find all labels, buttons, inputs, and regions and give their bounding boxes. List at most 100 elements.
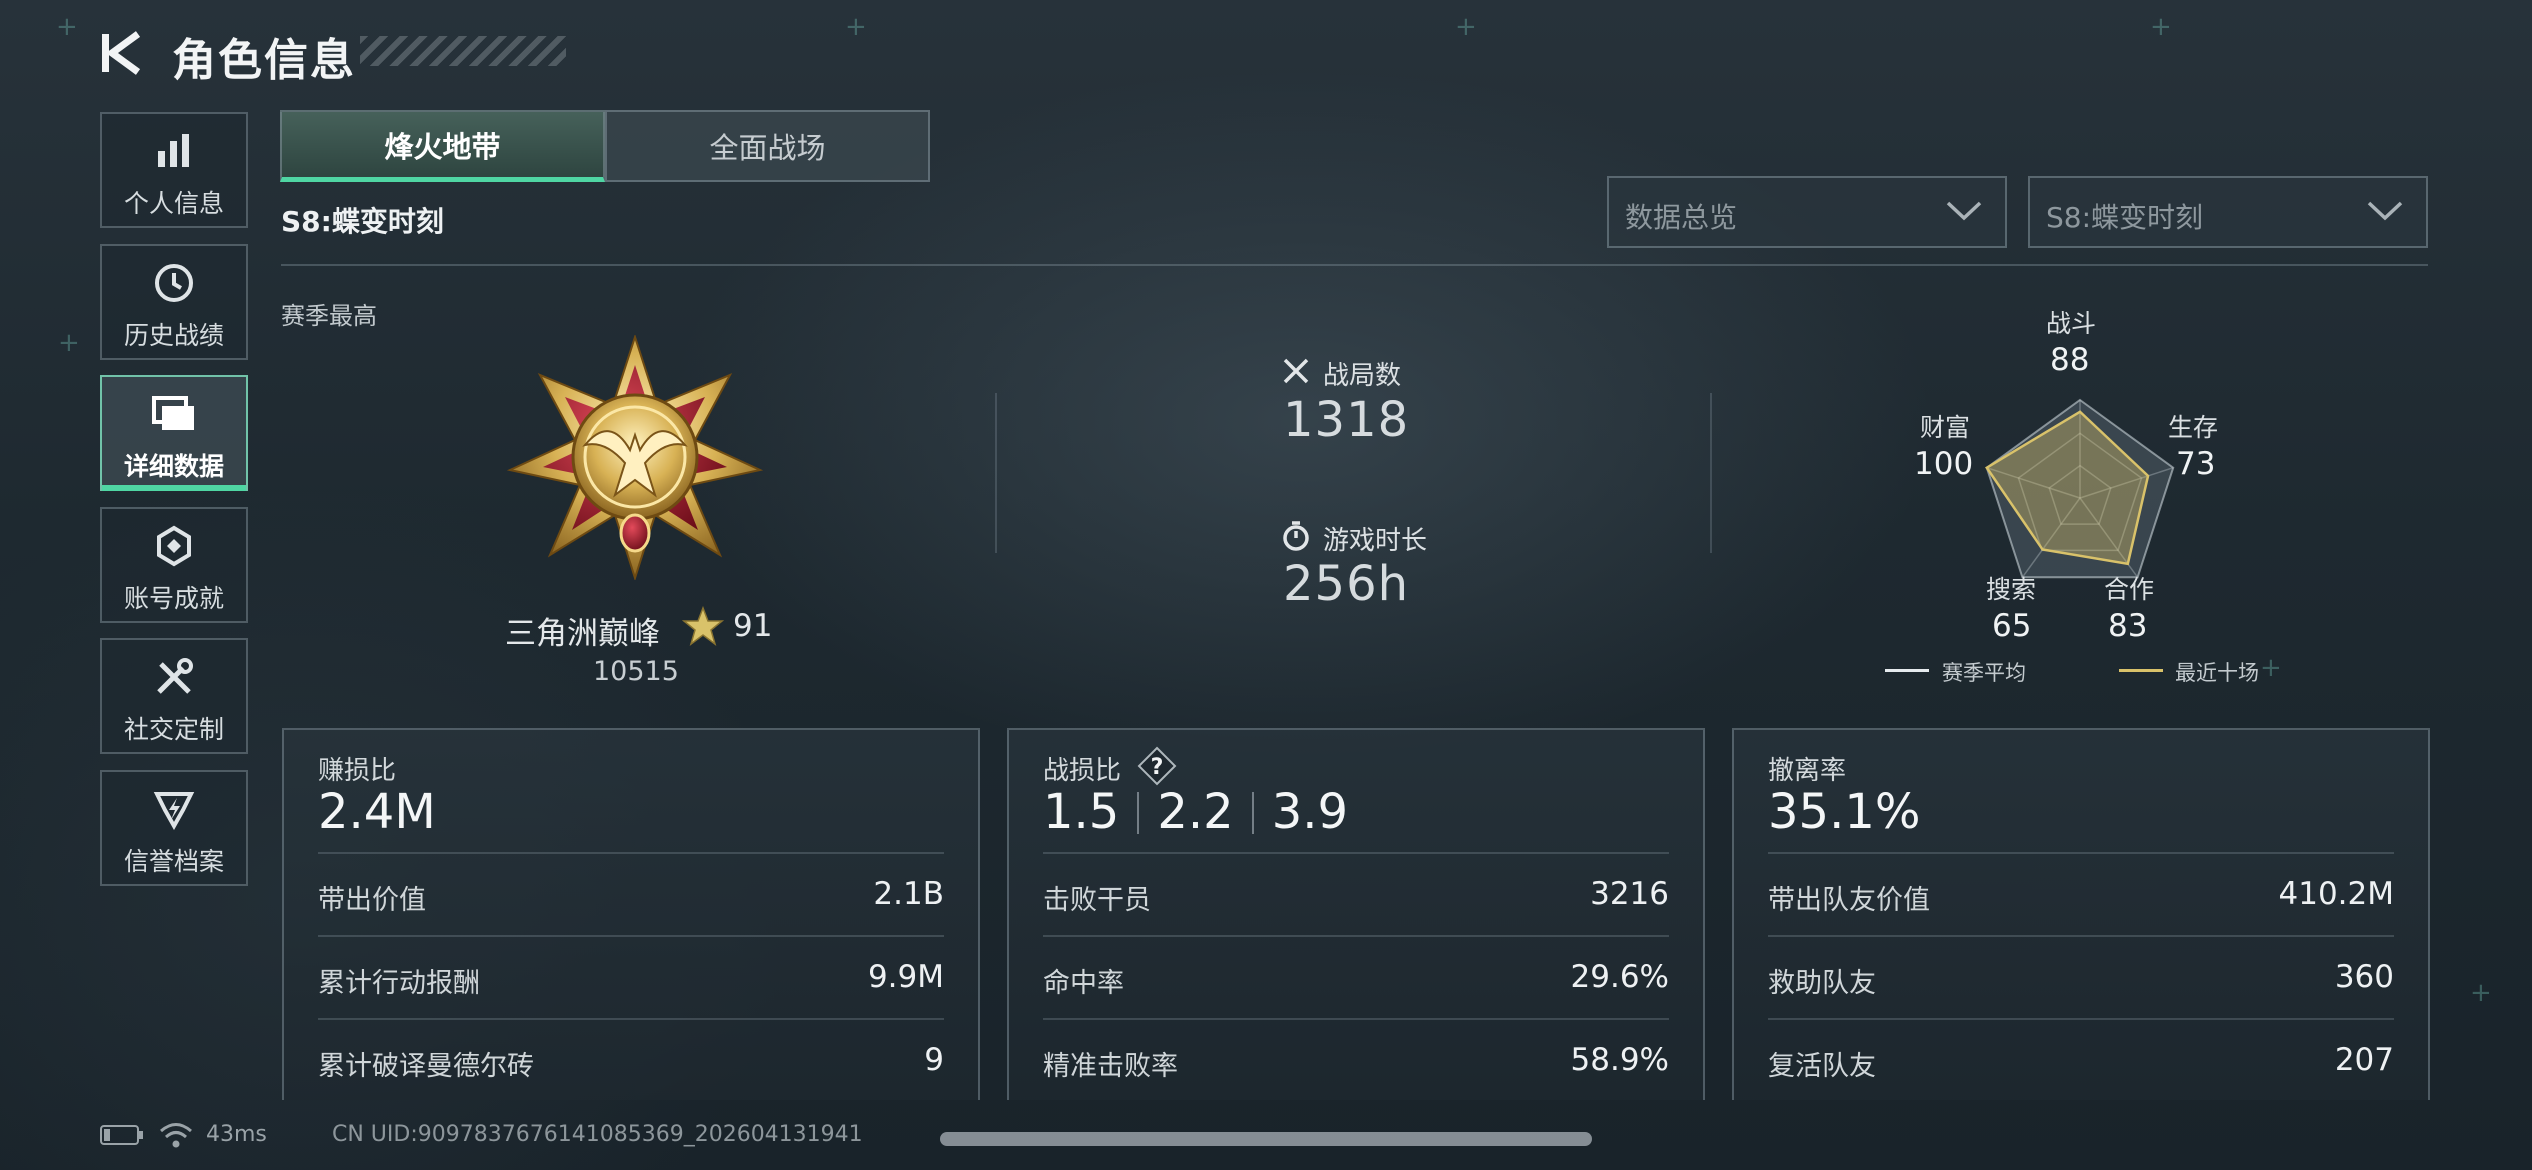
tab-full-battlefield[interactable]: 全面战场 <box>605 110 930 182</box>
radar-label-search: 搜索 <box>1986 575 2037 604</box>
divider <box>995 393 997 553</box>
extract-card: 撤离率 35.1% 带出队友价值 410.2M 救助队友 360 复活队友 20… <box>1732 728 2430 1100</box>
wifi-icon <box>160 1123 192 1148</box>
ping-value: 43ms <box>206 1122 267 1147</box>
row-label: 击败干员 <box>1043 885 1151 916</box>
row-value: 2.1B <box>873 876 944 912</box>
season-best-label: 赛季最高 <box>281 302 377 330</box>
list-item: 累计行动报酬 9.9M <box>318 935 944 1019</box>
decor-plus: + <box>58 328 80 358</box>
sidebar-item-personal-info[interactable]: 个人信息 <box>100 112 248 228</box>
decor-plus: + <box>2260 653 2282 683</box>
season-select[interactable]: S8:蝶变时刻 <box>2028 176 2428 248</box>
legend-season-avg: 赛季平均 <box>1942 661 2026 685</box>
divider <box>281 264 2428 266</box>
radar-label-cooperation: 合作 <box>2104 575 2155 604</box>
legend-recent-ten: 最近十场 <box>2175 661 2259 685</box>
sidebar-item-label: 历史战绩 <box>123 321 224 350</box>
row-value: 360 <box>2334 959 2394 995</box>
profit-ratio-value: 2.4M <box>318 784 436 840</box>
card-title: 战损比 <box>1043 756 1122 786</box>
card-title: 撤离率 <box>1768 756 1847 786</box>
separator <box>1137 792 1140 834</box>
kd-value-3: 3.9 <box>1271 784 1349 840</box>
divider <box>1710 393 1712 553</box>
list-item: 击败干员 3216 <box>1043 852 1669 936</box>
list-item: 带出价值 2.1B <box>318 852 944 936</box>
star-icon <box>682 606 724 646</box>
radar-value-combat: 88 <box>2050 342 2090 378</box>
sidebar-item-label: 详细数据 <box>123 452 224 481</box>
radar-value-search: 65 <box>1992 608 2032 644</box>
back-arrow-icon[interactable] <box>100 28 150 78</box>
kd-values: 1.5 2.2 3.9 <box>1043 784 1348 840</box>
row-label: 累计破译曼德尔砖 <box>318 1051 534 1082</box>
sidebar-item-match-history[interactable]: 历史战绩 <box>100 244 248 360</box>
legend-swatch-recent-ten <box>2119 669 2163 672</box>
row-value: 3216 <box>1590 876 1669 912</box>
sidebar-item-credit-record[interactable]: 信誉档案 <box>100 770 248 886</box>
row-value: 29.6% <box>1570 959 1669 995</box>
season-label: S8:蝶变时刻 <box>281 205 444 238</box>
sidebar-item-social-custom[interactable]: 社交定制 <box>100 638 248 754</box>
row-label: 累计行动报酬 <box>318 968 480 999</box>
rank-name: 三角洲巅峰 <box>505 616 660 652</box>
sidebar-item-achievements[interactable]: 账号成就 <box>100 507 248 623</box>
page-title: 角色信息 <box>172 35 356 86</box>
user-uid: CN UID:9097837676141085369_202604131941 <box>332 1122 863 1147</box>
radar-value-survival: 73 <box>2176 446 2216 482</box>
radar-value-cooperation: 83 <box>2108 608 2148 644</box>
card-title: 赚损比 <box>318 756 397 786</box>
tab-hazard-zone[interactable]: 烽火地带 <box>280 110 605 182</box>
row-value: 207 <box>2334 1042 2394 1078</box>
sidebar-item-label: 信誉档案 <box>123 847 224 876</box>
decor-plus: + <box>2470 978 2492 1008</box>
list-item: 复活队友 207 <box>1768 1018 2394 1102</box>
list-item: 救助队友 360 <box>1768 935 2394 1019</box>
home-indicator[interactable] <box>940 1132 1592 1146</box>
row-value: 410.2M <box>2278 876 2395 912</box>
list-item: 精准击败率 58.9% <box>1043 1018 1669 1102</box>
help-icon[interactable]: ? <box>1137 746 1177 786</box>
kd-card: 战损比 ? 1.5 2.2 3.9 击败干员 3216 命中率 29.6% 精准击败… <box>1007 728 1705 1100</box>
decor-plus: + <box>2150 12 2172 42</box>
help-glyph: ? <box>1151 755 1164 780</box>
chevron-down-icon <box>2367 201 2403 221</box>
sidebar-item-label: 个人信息 <box>123 189 224 218</box>
matches-value: 1318 <box>1283 392 1410 448</box>
kd-value-1: 1.5 <box>1043 784 1120 840</box>
title-decoration <box>360 36 566 66</box>
sidebar-item-label: 社交定制 <box>123 715 224 744</box>
row-label: 精准击败率 <box>1043 1051 1178 1082</box>
achievement-icon <box>102 523 246 569</box>
shield-badge-icon <box>102 786 246 832</box>
extract-rate-value: 35.1% <box>1768 784 1921 840</box>
decor-plus: + <box>56 12 78 42</box>
row-label: 救助队友 <box>1768 968 1876 999</box>
list-item: 带出队友价值 410.2M <box>1768 852 2394 936</box>
separator <box>1251 792 1254 834</box>
sidebar-item-label: 账号成就 <box>123 584 224 613</box>
radar-value-wealth: 100 <box>1914 446 1974 482</box>
data-type-select[interactable]: 数据总览 <box>1607 176 2007 248</box>
cards-icon <box>102 391 246 437</box>
matches-label: 战局数 <box>1323 361 1402 391</box>
data-type-value: 数据总览 <box>1625 201 1738 234</box>
playtime-value: 256h <box>1283 556 1410 612</box>
battery-icon <box>100 1125 143 1145</box>
rank-level: 91 <box>733 608 773 644</box>
row-label: 复活队友 <box>1768 1051 1876 1082</box>
bar-chart-icon <box>102 128 246 174</box>
radar-label-combat: 战斗 <box>2046 309 2097 338</box>
crossed-swords-icon <box>1283 358 1309 384</box>
rank-medal-icon <box>506 335 764 580</box>
decor-plus: + <box>845 12 867 42</box>
stopwatch-icon <box>1283 521 1309 551</box>
clock-history-icon <box>102 260 246 306</box>
sidebar-item-detailed-data[interactable]: 详细数据 <box>100 375 248 491</box>
row-label: 带出价值 <box>318 885 426 916</box>
decor-plus: + <box>1455 12 1477 42</box>
playtime-label: 游戏时长 <box>1323 526 1428 556</box>
legend-swatch-season-avg <box>1885 669 1929 672</box>
radar-label-wealth: 财富 <box>1920 413 1971 442</box>
